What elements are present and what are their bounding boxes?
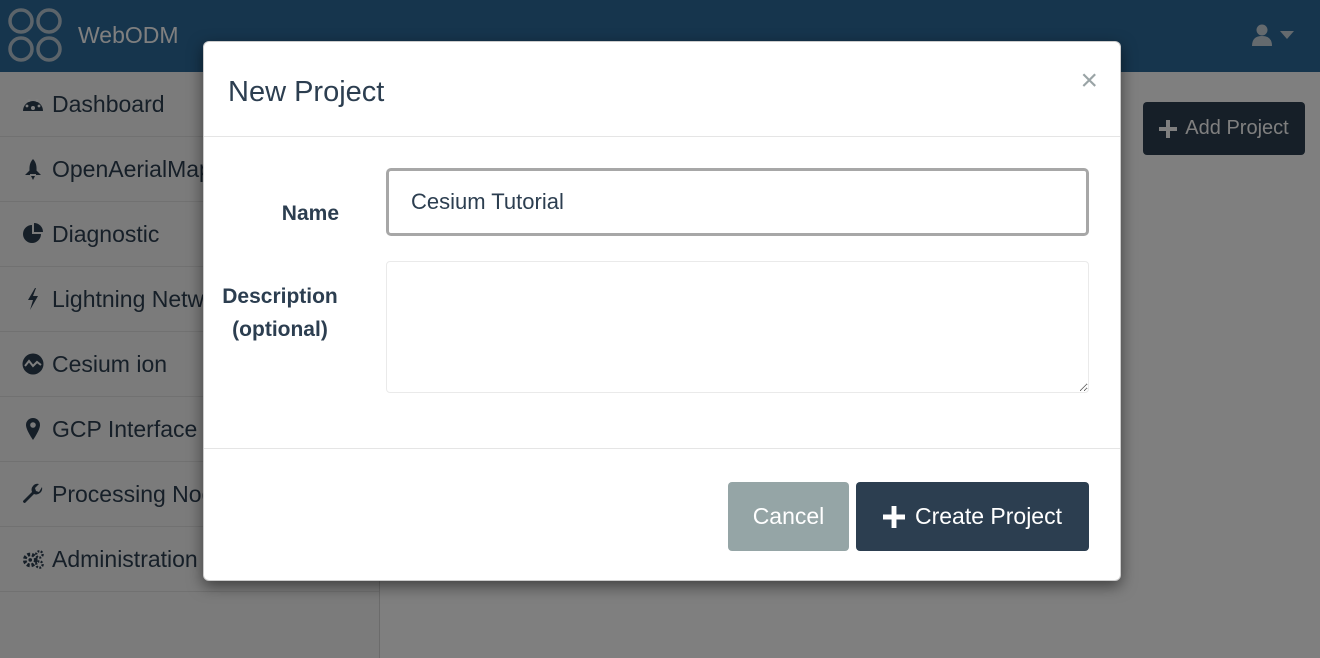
cancel-button[interactable]: Cancel [728,482,849,551]
close-icon: × [1080,64,1098,97]
modal-body: Name Description (optional) [204,137,1120,449]
create-project-label: Create Project [914,503,1062,529]
name-label: Name [281,202,339,225]
modal-footer: Cancel Create Project [204,449,1120,580]
name-input[interactable] [386,168,1089,236]
description-label-line2: (optional) [232,318,328,341]
modal-header: New Project × [204,42,1120,137]
new-project-dialog: New Project × Name Description (optional… [203,41,1121,581]
description-label-line1: Description [222,285,338,308]
close-button[interactable]: × [1080,66,1098,96]
modal-title: New Project [228,76,385,108]
description-label: Description (optional) [204,280,356,346]
description-input[interactable] [386,261,1089,393]
plus-icon [882,505,905,528]
create-project-button[interactable]: Create Project [856,482,1089,551]
